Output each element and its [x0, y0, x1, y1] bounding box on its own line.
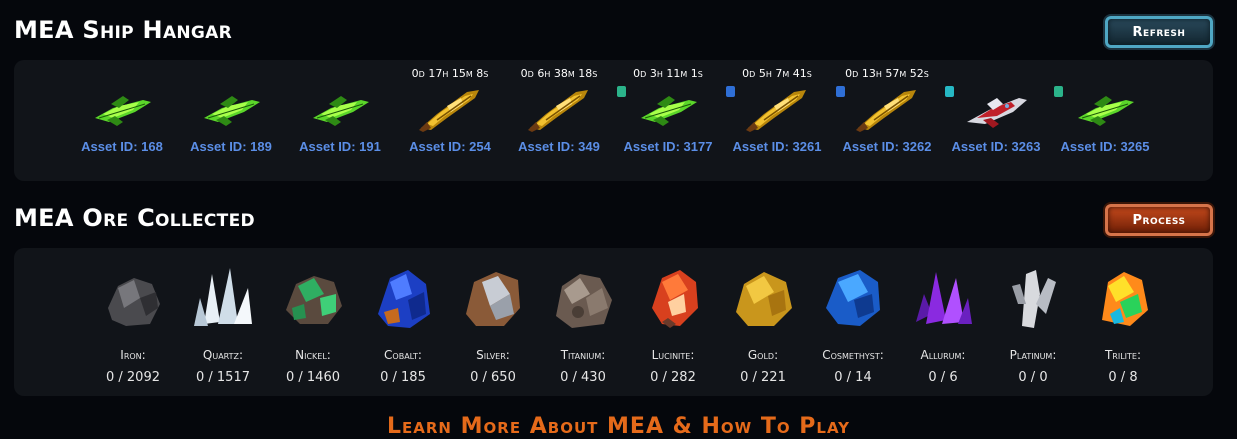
quartz-ore-icon	[190, 264, 256, 334]
ship-card[interactable]: 0d 17h 15m 8s Asset ID: 254	[395, 60, 505, 181]
ore-panel: Iron: 0 / 2092 Quartz: 0 / 1517 Nickel: 0 / 1…	[14, 248, 1213, 396]
asset-id-link[interactable]: Asset ID: 254	[395, 139, 505, 154]
ore-item: Nickel: 0 / 1460	[268, 264, 358, 394]
gold-ship-icon	[526, 84, 592, 134]
learn-more-link[interactable]: Learn More About MEA & How To Play	[0, 414, 1237, 439]
ore-title: MEA Ore Collected	[14, 204, 255, 232]
ship-card[interactable]: 0d 5h 7m 41s Asset ID: 3261	[722, 60, 832, 181]
ore-item: Platinum: 0 / 0	[988, 264, 1078, 394]
ship-card[interactable]: Asset ID: 191	[285, 60, 395, 181]
gold-ship-icon	[744, 84, 810, 134]
red-ship-icon	[963, 84, 1029, 134]
green-ship-icon	[89, 84, 155, 134]
green-ship-icon	[635, 84, 701, 134]
ship-timer: 0d 3h 11m 1s	[633, 67, 703, 80]
asset-id-link[interactable]: Asset ID: 191	[285, 139, 395, 154]
asset-id-link[interactable]: Asset ID: 189	[176, 139, 286, 154]
ore-item: Allurum: 0 / 6	[898, 264, 988, 394]
cyan-status-badge-icon	[945, 86, 954, 97]
refresh-button[interactable]: Refresh	[1105, 16, 1213, 48]
iron-ore-icon	[100, 264, 166, 334]
ore-item: Lucinite: 0 / 282	[628, 264, 718, 394]
allurum-ore-icon	[910, 264, 976, 334]
cosmethyst-ore-icon	[820, 264, 886, 334]
teal-status-badge-icon	[617, 86, 626, 97]
green-ship-icon	[307, 84, 373, 134]
ore-item: Cosmethyst: 0 / 14	[808, 264, 898, 394]
ship-card[interactable]: 0d 13h 57m 52s Asset ID: 3262	[832, 60, 942, 181]
ore-name: Trilite:	[1104, 348, 1142, 362]
gold-ship-icon	[417, 84, 483, 134]
ore-item: Titanium: 0 / 430	[538, 264, 628, 394]
asset-id-link[interactable]: Asset ID: 3261	[722, 139, 832, 154]
asset-id-link[interactable]: Asset ID: 3177	[613, 139, 723, 154]
teal-status-badge-icon	[1054, 86, 1063, 97]
ship-timer: 0d 13h 57m 52s	[845, 67, 929, 80]
green-ship-icon	[198, 84, 264, 134]
ship-timer: 0d 5h 7m 41s	[742, 67, 812, 80]
blue-status-badge-icon	[726, 86, 735, 97]
ship-card[interactable]: Asset ID: 189	[176, 60, 286, 181]
cobalt-ore-icon	[370, 264, 436, 334]
ship-card[interactable]: Asset ID: 3263	[941, 60, 1051, 181]
gold-ore-icon	[730, 264, 796, 334]
blue-status-badge-icon	[836, 86, 845, 97]
ore-item: Cobalt: 0 / 185	[358, 264, 448, 394]
ore-item: Silver: 0 / 650	[448, 264, 538, 394]
ship-card[interactable]: 0d 3h 11m 1s Asset ID: 3177	[613, 60, 723, 181]
asset-id-link[interactable]: Asset ID: 3263	[941, 139, 1051, 154]
hangar-title: MEA Ship Hangar	[14, 16, 233, 44]
platinum-ore-icon	[1000, 264, 1066, 334]
asset-id-link[interactable]: Asset ID: 168	[67, 139, 177, 154]
hangar-panel: Asset ID: 168 Asset ID: 189 Asset ID: 191 0…	[14, 60, 1213, 181]
asset-id-link[interactable]: Asset ID: 3265	[1050, 139, 1160, 154]
ship-timer: 0d 17h 15m 8s	[411, 67, 489, 80]
ship-timer: 0d 6h 38m 18s	[520, 67, 598, 80]
ship-card[interactable]: 0d 6h 38m 18s Asset ID: 349	[504, 60, 614, 181]
ship-card[interactable]: Asset ID: 168	[67, 60, 177, 181]
ship-card[interactable]: Asset ID: 3265	[1050, 60, 1160, 181]
asset-id-link[interactable]: Asset ID: 3262	[832, 139, 942, 154]
silver-ore-icon	[460, 264, 526, 334]
asset-id-link[interactable]: Asset ID: 349	[504, 139, 614, 154]
nickel-ore-icon	[280, 264, 346, 334]
green-ship-icon	[1072, 84, 1138, 134]
lucinite-ore-icon	[640, 264, 706, 334]
ore-count: 0 / 8	[1108, 370, 1138, 385]
ore-item: Iron: 0 / 2092	[88, 264, 178, 394]
gold-ship-icon	[854, 84, 920, 134]
process-button[interactable]: Process	[1105, 204, 1213, 236]
trilite-ore-icon	[1090, 264, 1156, 334]
ore-item: Gold: 0 / 221	[718, 264, 808, 394]
ore-item: Trilite: 0 / 8	[1078, 264, 1168, 394]
ore-item: Quartz: 0 / 1517	[178, 264, 268, 394]
titanium-ore-icon	[550, 264, 616, 334]
